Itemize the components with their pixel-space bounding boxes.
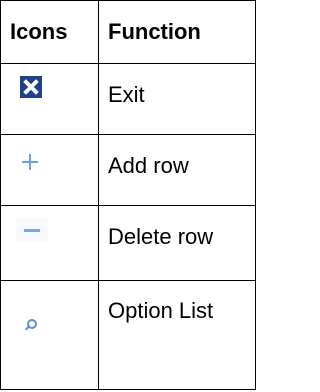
icon-cell [0, 63, 99, 135]
function-cell: Delete row [98, 205, 256, 281]
icons-function-table: Icons Function Exit Add row Delete row O… [0, 0, 256, 390]
minus-icon [16, 218, 48, 242]
table-row: Add row [0, 134, 256, 206]
function-label: Delete row [108, 224, 214, 249]
function-label: Option List [108, 298, 214, 323]
table-row: Delete row [0, 205, 256, 281]
function-cell: Option List [98, 280, 256, 390]
header-function: Function [98, 0, 256, 64]
exit-icon [20, 76, 42, 98]
table-row: Exit [0, 63, 256, 135]
icon-cell [0, 280, 99, 390]
function-label: Exit [108, 82, 145, 107]
table-header-row: Icons Function [0, 0, 256, 64]
table-row: Option List [0, 280, 256, 390]
icon-cell [0, 134, 99, 206]
add-icon [22, 154, 38, 170]
function-cell: Exit [98, 63, 256, 135]
icon-cell [0, 205, 99, 281]
function-label: Add row [108, 153, 189, 178]
header-icons: Icons [0, 0, 99, 64]
function-cell: Add row [98, 134, 256, 206]
search-icon [24, 319, 37, 331]
